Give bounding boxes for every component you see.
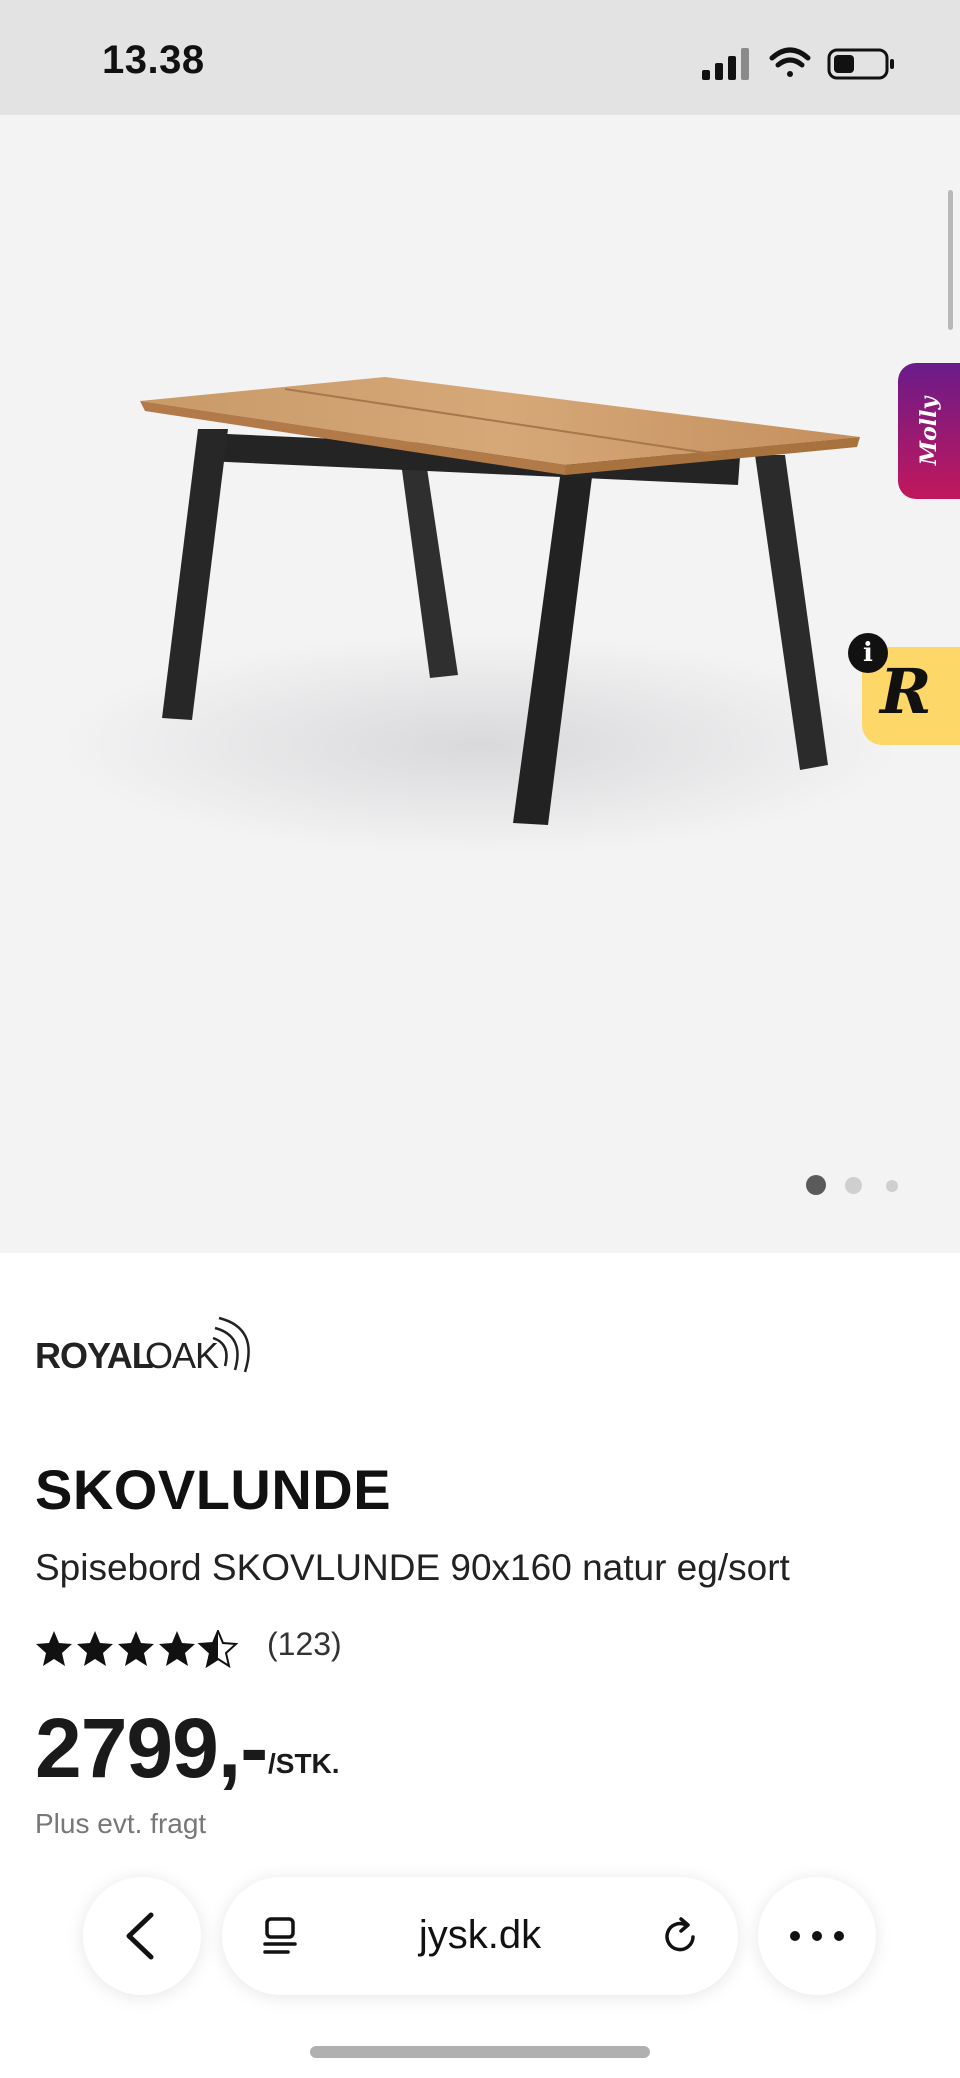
- rating-count[interactable]: (123): [267, 1626, 342, 1663]
- pagination-dot[interactable]: [845, 1177, 862, 1194]
- back-icon: [126, 1912, 154, 1960]
- reload-icon[interactable]: [660, 1915, 702, 1957]
- cellular-signal-icon: [702, 48, 749, 80]
- shipping-note: Plus evt. fragt: [35, 1808, 207, 1839]
- status-bar: 13.38: [0, 0, 960, 115]
- molly-label: Molly: [916, 396, 942, 466]
- r-logo-icon: R: [880, 655, 932, 728]
- star-icon: [159, 1631, 195, 1666]
- star-icon: [118, 1631, 154, 1666]
- pagination-dot[interactable]: [886, 1180, 898, 1192]
- brand-royal-text: ROYAL: [35, 1335, 153, 1376]
- back-button[interactable]: [83, 1877, 201, 1995]
- product-gallery[interactable]: Molly R i: [0, 115, 960, 1253]
- battery-icon: [827, 48, 894, 80]
- brand-logo: ROYAL OAK: [35, 1308, 275, 1378]
- rating-stars: [36, 1630, 237, 1667]
- pagination-dot-active[interactable]: [806, 1175, 826, 1195]
- price-unit: /STK.: [268, 1748, 340, 1779]
- address-bar[interactable]: jysk.dk: [222, 1877, 738, 1995]
- more-button[interactable]: [758, 1877, 876, 1995]
- star-icon: [36, 1631, 72, 1666]
- brand-oak-text: OAK: [145, 1335, 219, 1376]
- molly-chat-tab[interactable]: Molly: [898, 363, 960, 499]
- wifi-icon: [769, 47, 811, 77]
- scroll-indicator[interactable]: [948, 190, 953, 330]
- more-icon: [790, 1931, 844, 1941]
- dining-table-image: [60, 377, 900, 855]
- status-icons: [700, 44, 900, 84]
- brand-arc-icon: [212, 1316, 250, 1373]
- product-title: SKOVLUNDE: [35, 1458, 392, 1521]
- product-price: 2799,-: [35, 1701, 268, 1795]
- product-subtitle: Spisebord SKOVLUNDE 90x160 natur eg/sort: [35, 1547, 790, 1588]
- half-star-icon: [199, 1630, 237, 1667]
- status-time: 13.38: [102, 38, 205, 82]
- info-icon[interactable]: i: [848, 633, 888, 673]
- star-icon: [77, 1631, 113, 1666]
- home-indicator[interactable]: [310, 2046, 650, 2058]
